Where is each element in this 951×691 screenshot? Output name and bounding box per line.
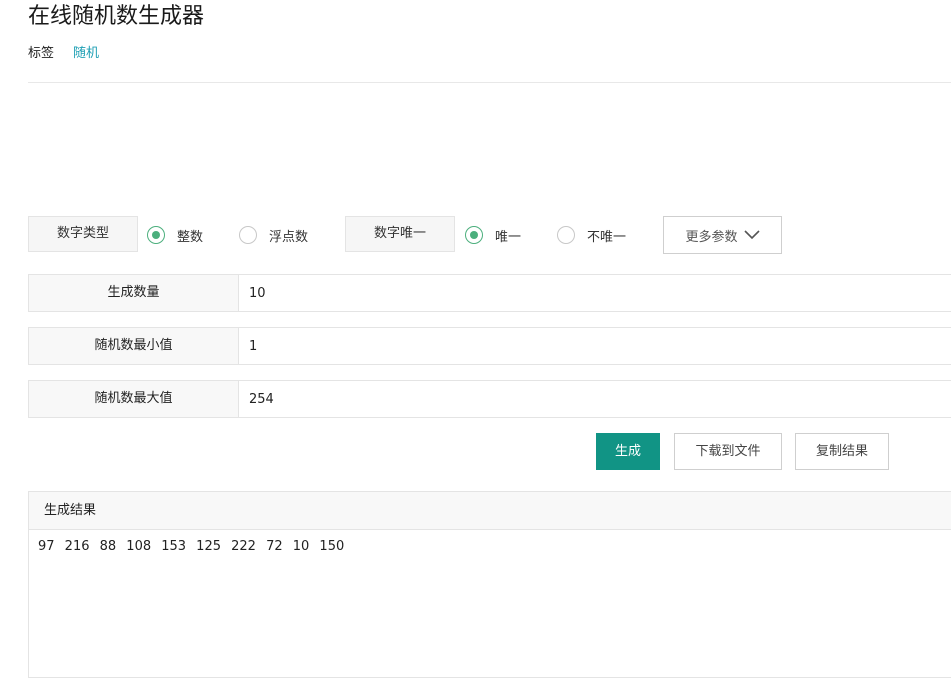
chevron-down-icon (743, 230, 760, 240)
count-label: 生成数量 (29, 275, 239, 311)
radio-float-label: 浮点数 (269, 229, 309, 245)
more-params-label: 更多参数 (685, 229, 738, 245)
radio-unique-label: 唯一 (495, 229, 522, 245)
generate-button[interactable]: 生成 (596, 433, 660, 470)
radio-not-unique-dot[interactable] (557, 226, 575, 244)
min-label: 随机数最小值 (29, 328, 239, 364)
radio-float[interactable]: 浮点数 (239, 226, 309, 245)
page: 在线随机数生成器 标签 随机 数字类型 整数 浮点数 数字唯一 唯一 不唯一 更多… (0, 0, 951, 691)
result-text[interactable]: 97 216 88 108 153 125 222 72 10 150 (29, 530, 951, 564)
copy-result-button[interactable]: 复制结果 (795, 433, 889, 470)
count-row: 生成数量 (28, 274, 951, 312)
radio-not-unique-label: 不唯一 (587, 229, 627, 245)
max-row: 随机数最大值 (28, 380, 951, 418)
tag-label: 标签 (28, 46, 55, 61)
radio-float-dot[interactable] (239, 226, 257, 244)
radio-not-unique[interactable]: 不唯一 (557, 226, 627, 245)
radio-integer-dot[interactable] (147, 226, 165, 244)
tag-bar: 标签 随机 (28, 44, 99, 64)
unique-label: 数字唯一 (345, 216, 455, 252)
more-params-button[interactable]: 更多参数 (663, 216, 782, 254)
tag-link-random[interactable]: 随机 (73, 46, 99, 61)
radio-integer-label: 整数 (177, 229, 204, 245)
result-header: 生成结果 (29, 492, 951, 530)
page-title: 在线随机数生成器 (28, 4, 205, 29)
max-label: 随机数最大值 (29, 381, 239, 417)
download-button[interactable]: 下载到文件 (674, 433, 782, 470)
radio-integer[interactable]: 整数 (147, 226, 204, 245)
min-input[interactable] (239, 328, 951, 364)
divider (28, 82, 951, 83)
radio-unique-dot[interactable] (465, 226, 483, 244)
radio-unique[interactable]: 唯一 (465, 226, 522, 245)
max-input[interactable] (239, 381, 951, 417)
min-row: 随机数最小值 (28, 327, 951, 365)
number-type-label: 数字类型 (28, 216, 138, 252)
result-panel: 生成结果 97 216 88 108 153 125 222 72 10 150 (28, 491, 951, 678)
count-input[interactable] (239, 275, 951, 311)
